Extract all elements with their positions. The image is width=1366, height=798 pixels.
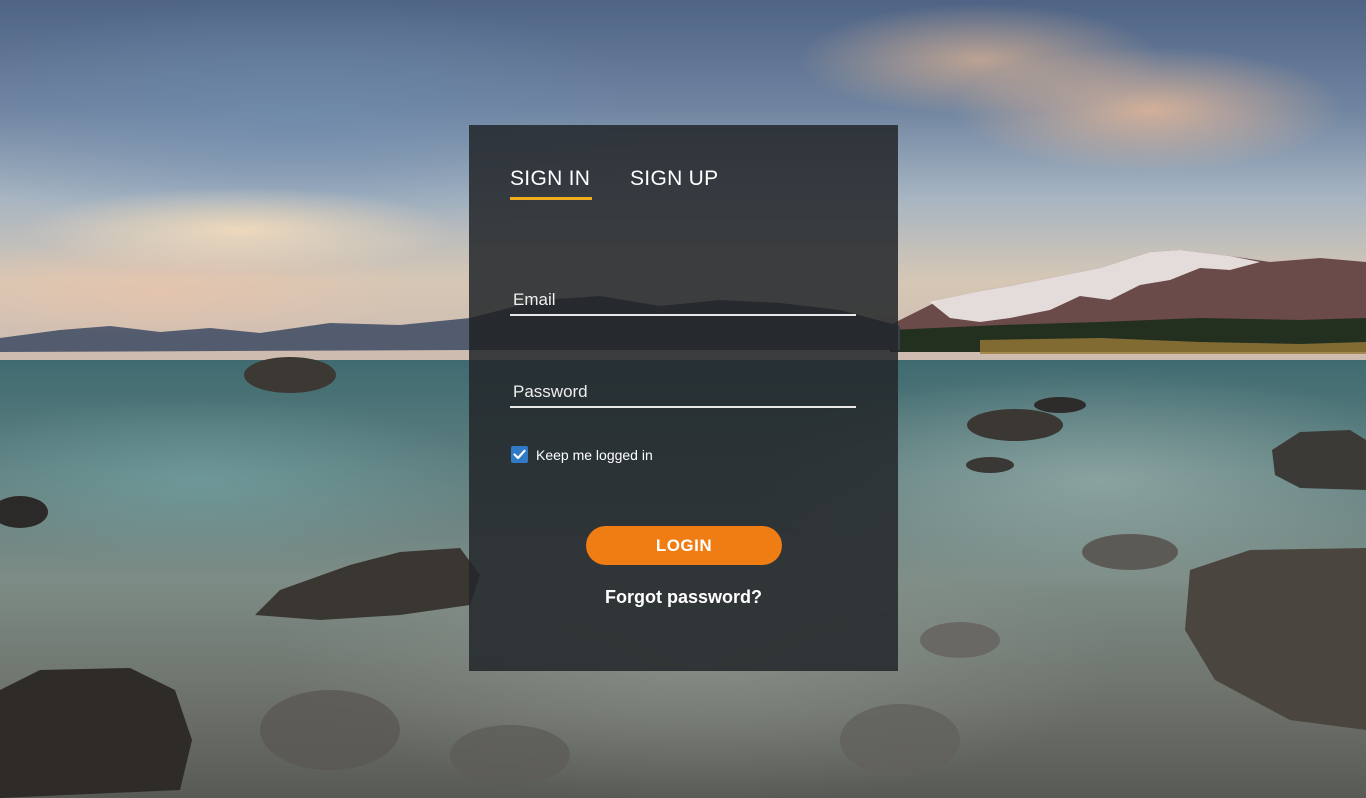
email-field[interactable] xyxy=(510,286,856,314)
login-button[interactable]: LOGIN xyxy=(586,526,782,565)
password-field-container xyxy=(510,378,856,408)
forgot-password-link[interactable]: Forgot password? xyxy=(469,587,898,608)
login-card: SIGN IN SIGN UP Keep me logged in LOGIN … xyxy=(469,125,898,671)
auth-tabs: SIGN IN SIGN UP xyxy=(510,165,718,200)
email-field-container xyxy=(510,286,856,316)
keep-logged-in-option[interactable]: Keep me logged in xyxy=(511,446,653,463)
keep-logged-in-label: Keep me logged in xyxy=(536,446,653,463)
password-field[interactable] xyxy=(510,378,856,406)
keep-logged-in-checkbox[interactable] xyxy=(511,446,528,463)
checkmark-icon xyxy=(513,449,526,460)
tab-sign-up[interactable]: SIGN UP xyxy=(630,165,718,200)
tab-sign-in[interactable]: SIGN IN xyxy=(510,165,592,200)
